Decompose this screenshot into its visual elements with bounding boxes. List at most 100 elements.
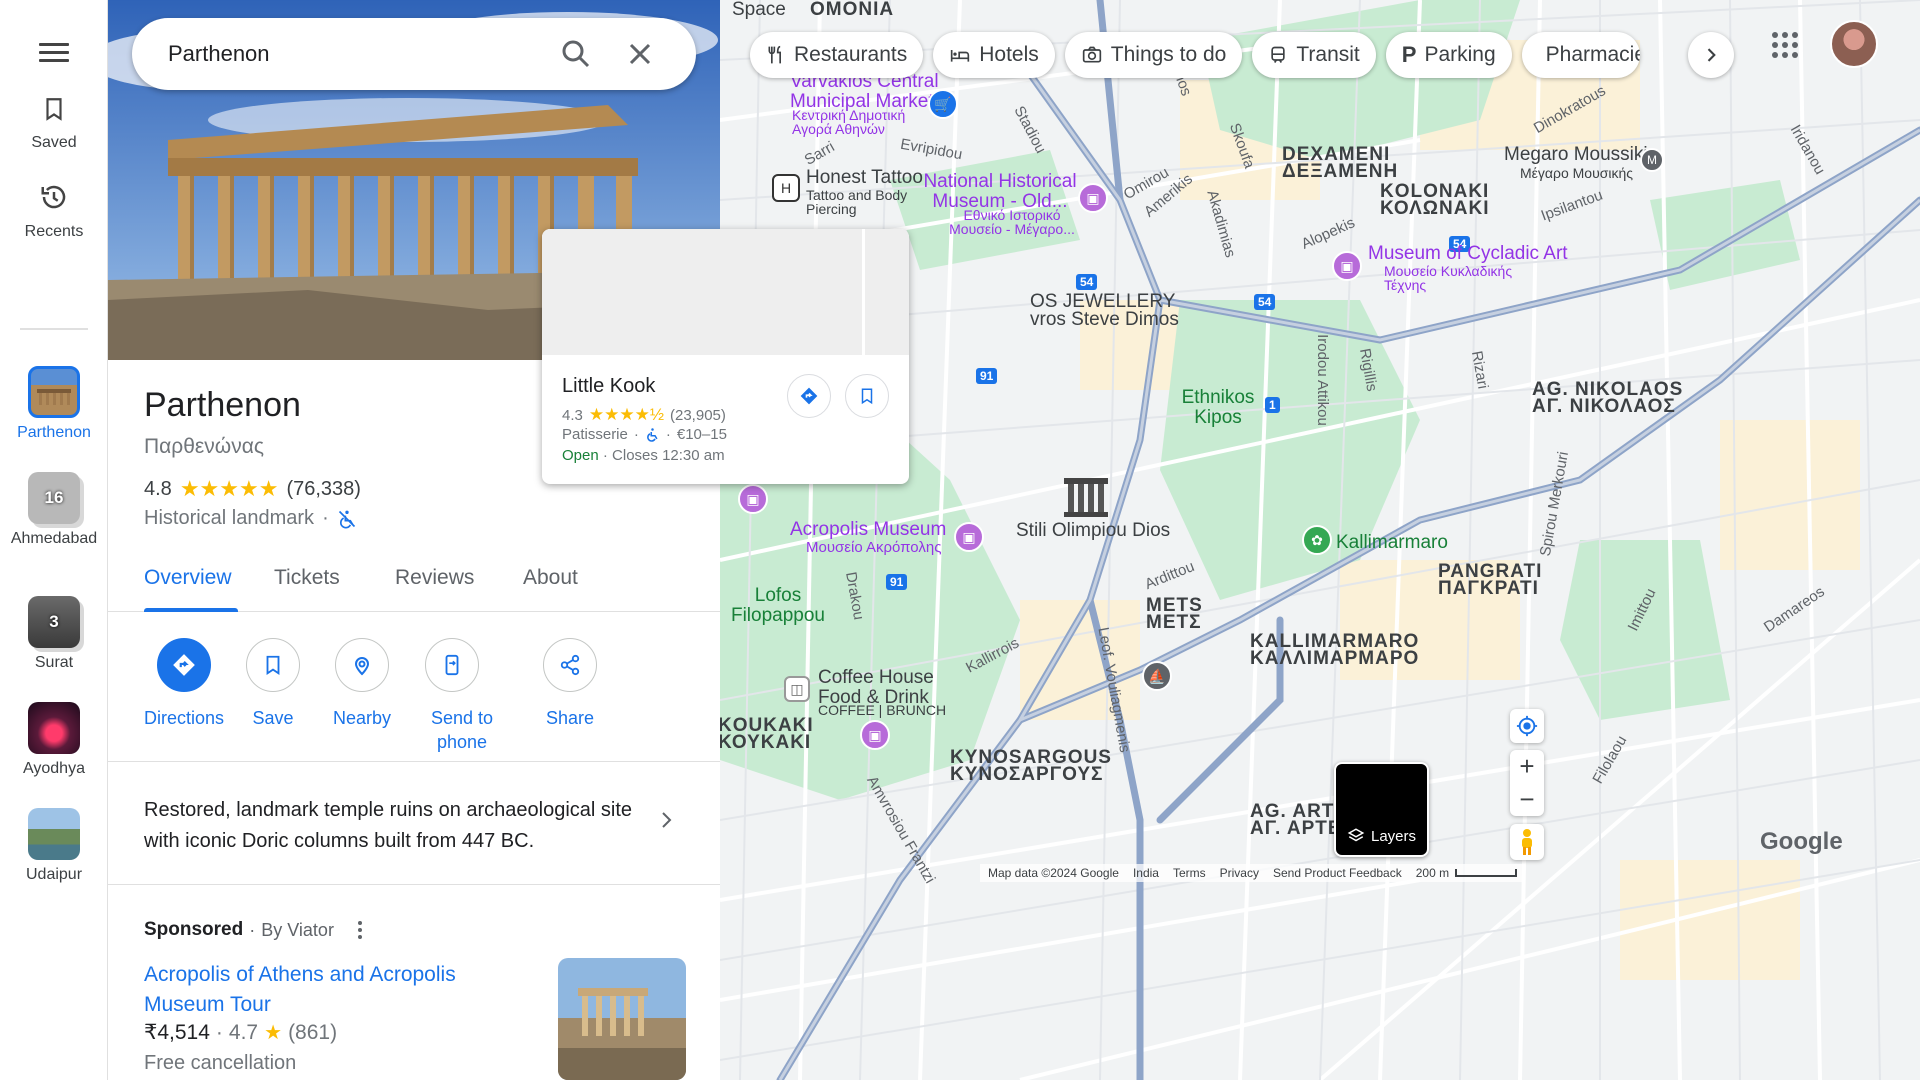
tab-reviews[interactable]: Reviews bbox=[395, 566, 474, 590]
chevron-right-icon bbox=[1707, 48, 1716, 62]
camera-icon bbox=[1082, 46, 1101, 63]
cafe-icon[interactable]: ◫ bbox=[784, 676, 810, 702]
museum-icon[interactable]: ▣ bbox=[954, 522, 984, 552]
museum-icon[interactable]: ▣ bbox=[1332, 251, 1362, 281]
history-item-surat[interactable]: 3 Surat bbox=[0, 596, 108, 672]
zoom-out-button[interactable]: − bbox=[1519, 783, 1534, 816]
category-row: Historical landmark · bbox=[144, 507, 357, 530]
museum-icon[interactable]: ▣ bbox=[1078, 183, 1108, 213]
sponsor-name: By Viator bbox=[261, 919, 334, 940]
menu-icon[interactable] bbox=[36, 38, 72, 68]
directions-icon bbox=[173, 654, 195, 676]
place-preview-card[interactable]: Little Kook 4.3 ★★★★½ (23,905) Patisseri… bbox=[542, 229, 909, 484]
chips-scroll-right-button[interactable] bbox=[1688, 32, 1734, 78]
history-thumbnail bbox=[28, 366, 80, 418]
pegman-street-view[interactable] bbox=[1510, 824, 1544, 860]
landmark-icon[interactable] bbox=[1060, 474, 1112, 520]
map-label: Varvakios Central Municipal Market bbox=[790, 71, 939, 112]
recents-button[interactable]: Recents bbox=[0, 182, 108, 241]
history-item-ahmedabad[interactable]: 16 Ahmedabad bbox=[0, 472, 108, 548]
card-rating-row: 4.3 ★★★★½ (23,905) bbox=[562, 405, 726, 425]
map-label: Ethnikos Kipos bbox=[1181, 387, 1255, 428]
map-label: ΑΓ. ΝΙΚΟΛΑΟΣ bbox=[1532, 396, 1676, 417]
tram-icon bbox=[1271, 46, 1286, 63]
google-logo: Google bbox=[1760, 828, 1843, 856]
history-item-parthenon[interactable]: Parthenon bbox=[0, 366, 108, 442]
chip-things-to-do[interactable]: Things to do bbox=[1064, 32, 1243, 78]
saved-button[interactable]: Saved bbox=[0, 95, 108, 152]
card-category-row: Patisserie · · €10–15 bbox=[562, 426, 727, 443]
metro-icon[interactable]: M bbox=[1640, 148, 1664, 172]
more-options-icon[interactable] bbox=[348, 918, 372, 942]
review-count[interactable]: (76,338) bbox=[286, 478, 361, 501]
museum-icon[interactable]: ▣ bbox=[738, 484, 768, 514]
search-icon[interactable] bbox=[558, 36, 594, 72]
sponsored-tour-link[interactable]: Acropolis of Athens and Acropolis Museum… bbox=[144, 960, 494, 1020]
chip-label: Hotels bbox=[979, 43, 1039, 66]
bookmark-icon bbox=[861, 388, 873, 405]
tour-thumbnail[interactable] bbox=[558, 958, 686, 1080]
left-rail: Saved Recents Parthenon 16 Ahmedabad 3 S… bbox=[0, 0, 108, 1080]
place-category[interactable]: Historical landmark bbox=[144, 507, 314, 530]
route-shield: 91 bbox=[976, 368, 998, 384]
recents-label: Recents bbox=[24, 223, 84, 240]
share-button[interactable]: Share bbox=[461, 638, 597, 730]
tab-overview[interactable]: Overview bbox=[144, 566, 232, 590]
account-avatar[interactable] bbox=[1830, 20, 1878, 68]
my-location-button[interactable] bbox=[1510, 709, 1544, 743]
history-item-ayodhya[interactable]: Ayodhya bbox=[0, 702, 108, 778]
saved-label: Saved bbox=[31, 134, 77, 151]
chip-label: Restaurants bbox=[794, 43, 908, 66]
search-input[interactable] bbox=[168, 36, 528, 72]
wheelchair-icon bbox=[646, 428, 658, 442]
park-icon[interactable]: ✿ bbox=[1302, 525, 1332, 555]
layers-button[interactable]: Layers bbox=[1334, 762, 1429, 857]
monument-icon[interactable]: ⛵ bbox=[1142, 661, 1172, 691]
card-reviews: (23,905) bbox=[670, 406, 726, 424]
chip-transit[interactable]: Transit bbox=[1252, 32, 1376, 78]
place-tabs: Overview Tickets Reviews About bbox=[108, 550, 720, 612]
chip-restaurants[interactable]: Restaurants bbox=[750, 32, 924, 78]
bed-icon bbox=[951, 50, 970, 62]
map-label: Honest Tattoo bbox=[806, 167, 923, 188]
directions-icon bbox=[800, 387, 818, 405]
museum-icon[interactable]: ▣ bbox=[860, 720, 890, 750]
terms-link[interactable]: Terms bbox=[1173, 866, 1206, 880]
map-label: Lofos Filopappou bbox=[730, 585, 826, 626]
place-description: Restored, landmark temple ruins on archa… bbox=[144, 799, 633, 852]
market-icon[interactable]: 🛒 bbox=[928, 89, 958, 119]
tab-about[interactable]: About bbox=[523, 566, 578, 590]
region-link[interactable]: India bbox=[1133, 866, 1159, 880]
map-label: ΠΑΓΚΡΑΤΙ bbox=[1438, 578, 1539, 599]
map-label: Megaro Moussikis bbox=[1504, 144, 1658, 165]
tattoo-icon[interactable]: H bbox=[772, 174, 800, 202]
map-label: ΚΟΛΩΝΑΚΙ bbox=[1380, 198, 1490, 219]
divider bbox=[108, 884, 720, 885]
history-item-udaipur[interactable]: Udaipur bbox=[0, 808, 108, 884]
card-save-button[interactable] bbox=[845, 374, 889, 418]
card-price: €10–15 bbox=[676, 426, 727, 443]
sponsored-header: Sponsored · By Viator bbox=[144, 918, 372, 942]
chip-pharmacies[interactable]: Pharmacies bbox=[1521, 32, 1640, 78]
tab-tickets[interactable]: Tickets bbox=[274, 566, 340, 590]
chevron-right-icon[interactable] bbox=[654, 808, 678, 832]
place-title: Parthenon bbox=[144, 386, 301, 424]
chip-parking[interactable]: P Parking bbox=[1385, 32, 1512, 78]
map-label: ΚΥΝΟΣΑΡΓΟΥΣ bbox=[950, 764, 1104, 785]
tour-star: ★ bbox=[264, 1022, 283, 1044]
card-directions-button[interactable] bbox=[787, 374, 831, 418]
apps-grid-icon[interactable] bbox=[1770, 30, 1800, 60]
rating-row: 4.8 ★★★★★ (76,338) bbox=[144, 476, 361, 502]
pegman-icon bbox=[1522, 829, 1532, 855]
map-data-credit: Map data ©2024 Google bbox=[988, 866, 1119, 880]
map-label: Μέγαρο Μουσικής bbox=[1520, 165, 1634, 181]
close-icon[interactable] bbox=[622, 36, 658, 72]
map-canvas[interactable]: 54 54 54 91 91 1 Space OMONIA Varvakios … bbox=[720, 0, 1920, 1080]
zoom-in-button[interactable]: + bbox=[1519, 750, 1534, 783]
card-open-status: Open bbox=[562, 447, 599, 464]
card-closes: Closes 12:30 am bbox=[612, 447, 725, 464]
scale-bar[interactable]: 200 m bbox=[1416, 866, 1518, 880]
chip-hotels[interactable]: Hotels bbox=[933, 32, 1055, 78]
feedback-link[interactable]: Send Product Feedback bbox=[1273, 866, 1402, 880]
privacy-link[interactable]: Privacy bbox=[1220, 866, 1259, 880]
